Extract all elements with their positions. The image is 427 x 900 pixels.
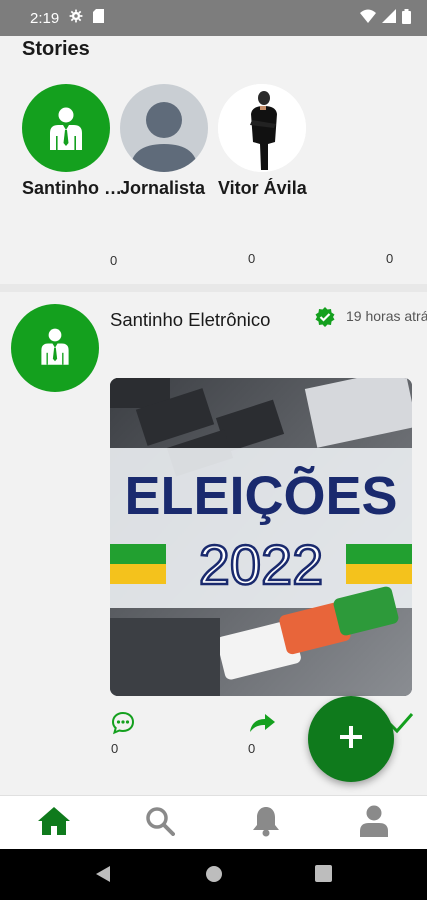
- search-icon: [145, 806, 175, 841]
- plus-icon: [340, 725, 362, 753]
- nav-notifications-button[interactable]: [248, 806, 284, 840]
- home-circle-icon[interactable]: [205, 865, 223, 888]
- bottom-navigation: [0, 795, 427, 849]
- user-icon: [359, 805, 389, 842]
- story-name: Santinho Eletrônico: [22, 178, 122, 198]
- signal-icon: [382, 9, 396, 27]
- create-post-button[interactable]: [308, 696, 394, 782]
- nav-profile-button[interactable]: [356, 805, 392, 842]
- nav-search-button[interactable]: [142, 806, 178, 840]
- settings-status-icon: [69, 9, 83, 27]
- story-count: 0: [386, 251, 394, 266]
- battery-icon: [402, 8, 411, 28]
- post-image[interactable]: ELEIÇÕES 2022: [110, 378, 412, 696]
- recents-icon[interactable]: [315, 865, 332, 887]
- image-title-text: ELEIÇÕES: [124, 466, 397, 526]
- system-navigation-bar: [0, 849, 427, 900]
- nav-home-button[interactable]: [36, 806, 72, 840]
- wifi-icon: [360, 9, 376, 27]
- post-author-name[interactable]: Santinho Eletrônico: [110, 309, 270, 331]
- story-item[interactable]: Vitor Ávila: [218, 84, 318, 199]
- story-count: 0: [248, 251, 256, 266]
- section-divider: [0, 284, 427, 292]
- profile-photo: [218, 84, 306, 172]
- default-avatar-icon: [120, 84, 208, 172]
- story-name: Vitor Ávila: [218, 178, 307, 198]
- post-time: 19 horas atrás: [346, 308, 427, 324]
- share-icon[interactable]: [248, 711, 276, 740]
- story-item[interactable]: Santinho Eletrônico: [22, 84, 122, 199]
- story-count: 0: [110, 253, 118, 268]
- post-author-avatar[interactable]: [11, 304, 99, 392]
- user-tie-icon: [22, 84, 110, 172]
- user-tie-icon: [38, 327, 72, 370]
- status-time: 2:19: [30, 9, 60, 27]
- comments-count: 0: [111, 741, 119, 756]
- story-name: Jornalista: [120, 178, 206, 198]
- verified-badge-icon: [314, 306, 336, 333]
- stories-title: Stories: [22, 38, 90, 60]
- home-icon: [37, 806, 71, 841]
- back-icon[interactable]: [95, 865, 111, 888]
- shares-count: 0: [248, 741, 256, 756]
- story-item[interactable]: Jornalista: [120, 84, 220, 199]
- bell-icon: [252, 805, 280, 842]
- comment-dots-icon[interactable]: [111, 711, 135, 740]
- image-year-text: 2022: [199, 533, 324, 596]
- sd-card-status-icon: [93, 9, 105, 27]
- status-bar: 2:19: [0, 0, 427, 36]
